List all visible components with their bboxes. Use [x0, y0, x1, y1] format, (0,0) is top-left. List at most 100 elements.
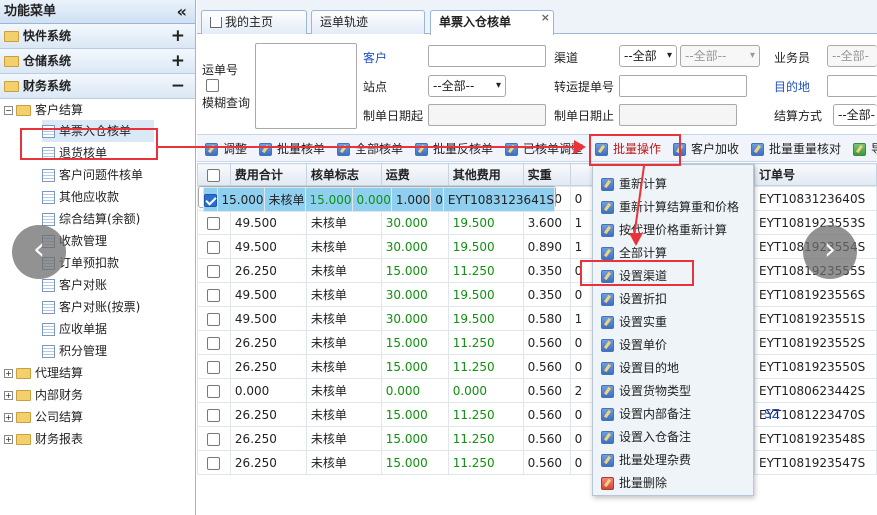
tree-item-problem-check[interactable]: 客户问题件核单 [42, 164, 143, 186]
menu-item[interactable]: 设置实重 [601, 312, 667, 332]
col-header-flag[interactable]: 核单标志 [305, 163, 382, 186]
date-end-input[interactable] [619, 104, 737, 126]
next-arrow-button[interactable]: › [803, 225, 857, 279]
tree-item-customer-statement-ticket[interactable]: 客户对账(按票) [42, 296, 140, 318]
tree-expand-icon[interactable]: + [4, 391, 13, 400]
menu-item[interactable]: 按代理价格重新计算 [601, 220, 727, 240]
tree-item-other-receivable[interactable]: 其他应收款 [42, 186, 119, 208]
menu-item[interactable]: 批量删除 [601, 473, 667, 493]
batch-weight-button[interactable]: 批量重量核对 [751, 140, 841, 158]
select-all-cell[interactable] [197, 163, 231, 186]
row-checkbox-cell[interactable] [197, 210, 231, 235]
table-row[interactable]: 15.000 未核单 15.000 0.000 1.000 0 EYT1083123641S [197, 186, 557, 212]
row-checkbox-cell[interactable] [197, 450, 231, 475]
sidebar-section-warehouse[interactable]: 仓储系统 + [0, 49, 195, 74]
row-checkbox[interactable] [207, 336, 221, 350]
row-checkbox[interactable] [207, 408, 221, 422]
table-row[interactable]: 26.250 未核单 15.000 11.250 0.560 0 EYT1081923550… [197, 354, 877, 379]
site-select[interactable]: --全部-- ▾ [428, 75, 506, 97]
table-row[interactable]: 49.500 未核单 30.000 19.500 0.350 0 EYT1081923556… [197, 282, 877, 307]
row-checkbox[interactable] [207, 456, 221, 470]
table-row[interactable]: 26.250 未核单 15.000 11.250 0.560 0 EYT1081923548… [197, 426, 877, 451]
tree-group-company[interactable]: + 公司结算 [4, 406, 83, 428]
menu-item[interactable]: 设置货物类型 [601, 381, 691, 401]
menu-item[interactable]: 设置折扣 [601, 289, 667, 309]
customer-add-button[interactable]: 客户加收 [673, 140, 739, 158]
sidebar-section-express[interactable]: 快件系统 + [0, 24, 195, 49]
row-checkbox-cell[interactable] [197, 354, 231, 379]
batch-uncheck-button[interactable]: 批量反核单 [415, 140, 493, 158]
menu-item[interactable]: 重新计算结算重和价格 [601, 197, 739, 217]
row-checkbox-cell[interactable] [197, 258, 231, 283]
cleared-adjust-button[interactable]: 已核单调整 [505, 140, 583, 158]
table-row[interactable]: 26.250未核单15.00011.2500.3500EYT1081923555… [197, 258, 877, 283]
row-checkbox[interactable] [207, 312, 221, 326]
customer-input[interactable] [428, 45, 546, 67]
row-checkbox-cell[interactable] [197, 330, 231, 355]
table-row[interactable]: 49.500 未核单 30.000 19.500 3.600 1 EYT1081923553… [197, 210, 877, 235]
tab-waybill-track[interactable]: 运单轨迹 [311, 10, 425, 34]
tab-single-check[interactable]: 单票入仓核单 × [430, 10, 554, 35]
row-checkbox[interactable] [207, 432, 221, 446]
row-checkbox[interactable] [207, 240, 221, 254]
select-all-checkbox[interactable] [207, 168, 221, 182]
channel-sub-select[interactable]: --全部-- ▾ [680, 45, 760, 67]
waybill-textarea[interactable] [255, 43, 357, 129]
menu-item[interactable]: 设置入仓备注 [601, 427, 691, 447]
tab-home[interactable]: 我的主页 [201, 10, 307, 34]
tree-group-customer-settlement[interactable]: − 客户结算 [4, 99, 83, 121]
collapse-section-icon[interactable]: − [171, 74, 185, 99]
transfer-no-input[interactable] [619, 75, 747, 97]
tree-group-reports[interactable]: + 财务报表 [4, 428, 83, 450]
row-checkbox[interactable] [207, 288, 221, 302]
tree-group-agent[interactable]: + 代理结算 [4, 362, 83, 384]
tree-item-receivable-docs[interactable]: 应收单据 [42, 318, 107, 340]
menu-item[interactable]: 批量处理杂费 [601, 450, 691, 470]
row-checkbox-cell[interactable] [197, 234, 231, 259]
tree-group-internal[interactable]: + 内部财务 [4, 384, 83, 406]
tree-item-balance-settlement[interactable]: 综合结算(余额) [42, 208, 140, 230]
destination-input[interactable] [827, 75, 877, 97]
export-button[interactable]: 导 [853, 140, 877, 158]
prev-arrow-button[interactable]: ‹ [12, 225, 66, 279]
menu-item[interactable]: 重新计算 [601, 174, 667, 194]
check-all-button[interactable]: 全部核单 [337, 140, 403, 158]
table-row[interactable]: 0.000 未核单 0.000 0.000 0.560 2 EYT1080623442S [197, 378, 877, 403]
menu-item[interactable]: 设置内部备注 [601, 404, 691, 424]
tree-item-points[interactable]: 积分管理 [42, 340, 107, 362]
row-checkbox-cell[interactable] [197, 402, 231, 427]
collapse-icon[interactable]: « [177, 0, 187, 24]
salesman-select[interactable]: --全部- [827, 45, 877, 67]
tree-collapse-icon[interactable]: − [4, 106, 13, 115]
expand-icon[interactable]: + [171, 49, 185, 74]
tree-item-customer-statement[interactable]: 客户对账 [42, 274, 107, 296]
row-checkbox[interactable] [207, 216, 221, 230]
sidebar-section-finance[interactable]: 财务系统 − [0, 74, 195, 99]
col-header-weight[interactable]: 实重 [522, 163, 571, 186]
row-checkbox[interactable] [204, 193, 216, 207]
settle-method-select[interactable]: --全部- [833, 104, 877, 126]
tree-expand-icon[interactable]: + [4, 435, 13, 444]
batch-check-button[interactable]: 批量核单 [259, 140, 325, 158]
col-header-other[interactable]: 其他费用 [447, 163, 524, 186]
adjust-button[interactable]: 调整 [205, 140, 247, 158]
date-start-input[interactable] [428, 104, 546, 126]
menu-item[interactable]: 设置单价 [601, 335, 667, 355]
table-row[interactable]: 49.500未核单30.00019.5000.8901EYT1081923554… [197, 234, 877, 259]
row-checkbox-cell[interactable] [202, 187, 218, 212]
row-checkbox[interactable] [207, 384, 221, 398]
table-row[interactable]: 26.250 未核单 15.000 11.250 0.560 0 EYT1081923547… [197, 450, 877, 475]
row-checkbox-cell[interactable] [197, 378, 231, 403]
fuzzy-checkbox[interactable] [206, 79, 219, 92]
row-checkbox-cell[interactable] [197, 306, 231, 331]
tree-expand-icon[interactable]: + [4, 413, 13, 422]
channel-select[interactable]: --全部 ▾ [619, 45, 677, 67]
row-checkbox-cell[interactable] [197, 282, 231, 307]
table-row[interactable]: 26.250 未核单 15.000 11.250 0.560 0 EYT1081923552… [197, 330, 877, 355]
expand-icon[interactable]: + [171, 24, 185, 49]
col-header-freight[interactable]: 运费 [380, 163, 449, 186]
menu-item[interactable]: 设置目的地 [601, 358, 679, 378]
table-row[interactable]: 49.500 未核单 30.000 19.500 0.580 1 EYT1081923551… [197, 306, 877, 331]
row-checkbox[interactable] [207, 360, 221, 374]
tree-expand-icon[interactable]: + [4, 369, 13, 378]
